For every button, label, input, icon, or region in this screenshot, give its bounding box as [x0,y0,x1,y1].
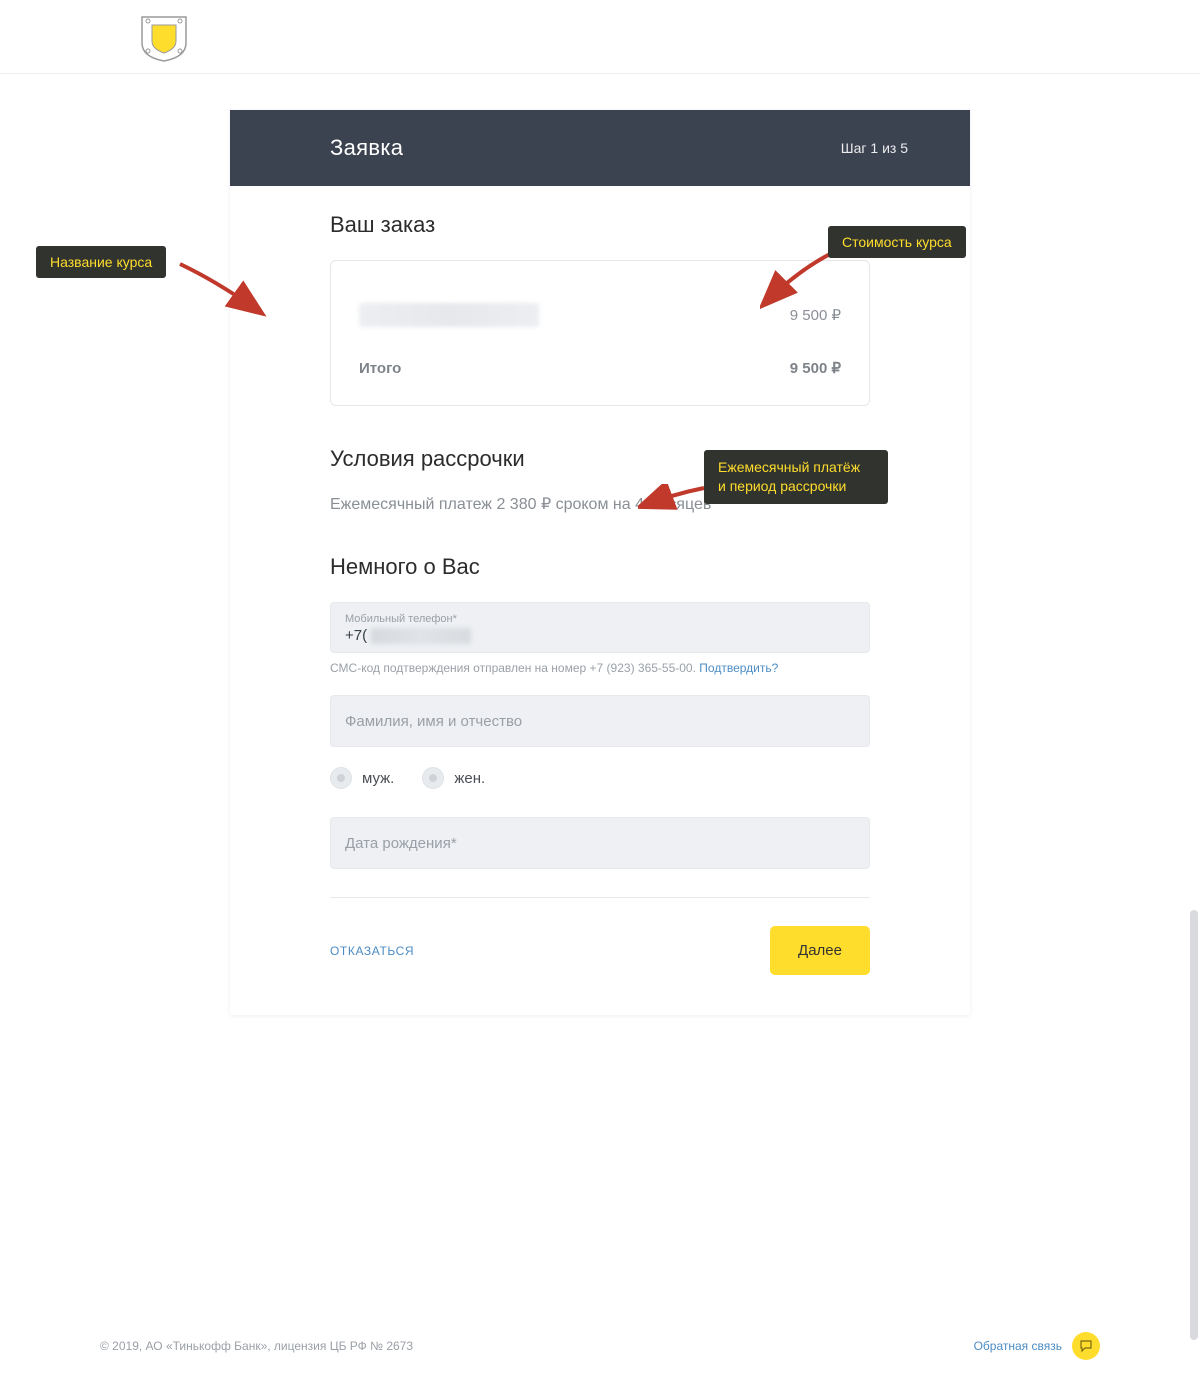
chat-icon [1072,1332,1100,1360]
scrollbar[interactable] [1190,910,1198,1340]
page-content: Заявка Шаг 1 из 5 Ваш заказ 9 500 ₽ Итог… [0,74,1200,1095]
feedback-label: Обратная связь [974,1339,1062,1353]
feedback-link[interactable]: Обратная связь [974,1332,1100,1360]
sms-hint-text: СМС-код подтверждения отправлен на номер… [330,661,696,675]
step-indicator: Шаг 1 из 5 [841,140,908,156]
course-price: 9 500 ₽ [790,306,841,324]
course-name-redacted [359,303,539,327]
phone-field[interactable]: Мобильный телефон* +7( [330,602,870,653]
gender-male-label: муж. [362,770,394,787]
sms-hint: СМС-код подтверждения отправлен на номер… [330,661,870,675]
dob-placeholder: Дата рождения* [345,835,457,852]
annotation-installment: Ежемесячный платёж и период рассрочки [704,450,888,504]
phone-prefix: +7( [345,627,367,644]
application-title: Заявка [330,135,403,161]
card-body: Ваш заказ 9 500 ₽ Итого 9 500 ₽ Условия … [230,186,970,1015]
annotation-course-price: Стоимость курса [828,226,966,258]
gender-row: муж. жен. [330,767,870,789]
fio-placeholder: Фамилия, имя и отчество [345,713,522,730]
sms-confirm-link[interactable]: Подтвердить? [699,661,778,675]
footer: © 2019, АО «Тинькофф Банк», лицензия ЦБ … [100,1332,1100,1360]
gender-male-radio[interactable]: муж. [330,767,394,789]
tinkoff-logo-icon [138,13,190,63]
gender-female-radio[interactable]: жен. [422,767,485,789]
copyright: © 2019, АО «Тинькофф Банк», лицензия ЦБ … [100,1339,413,1353]
radio-icon [422,767,444,789]
order-row-total: Итого 9 500 ₽ [359,359,841,377]
next-button[interactable]: Далее [770,926,870,975]
card-header: Заявка Шаг 1 из 5 [230,110,970,186]
phone-label: Мобильный телефон* [345,613,855,625]
topbar [0,0,1200,74]
decline-button[interactable]: ОТКАЗАТЬСЯ [330,944,414,958]
phone-redacted [371,628,471,644]
order-total-value: 9 500 ₽ [790,359,841,377]
order-box: 9 500 ₽ Итого 9 500 ₽ [330,260,870,406]
divider [330,897,870,898]
dob-field[interactable]: Дата рождения* [330,817,870,869]
order-total-label: Итого [359,360,401,377]
order-row-course: 9 500 ₽ [359,303,841,327]
order-section-title: Ваш заказ [330,212,870,238]
gender-female-label: жен. [454,770,485,787]
radio-icon [330,767,352,789]
annotation-course-name: Название курса [36,246,166,278]
about-section-title: Немного о Вас [330,554,870,580]
fio-field[interactable]: Фамилия, имя и отчество [330,695,870,747]
actions-row: ОТКАЗАТЬСЯ Далее [330,926,870,975]
